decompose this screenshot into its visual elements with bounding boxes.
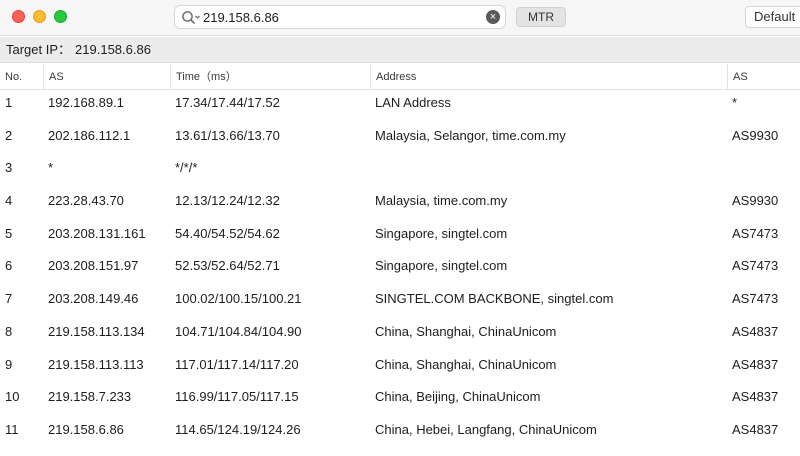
hop-number: 11 [5,421,19,437]
hop-address: China, Beijing, ChinaUnicom [375,389,541,405]
hop-as: AS7473 [732,225,779,241]
table-row[interactable]: 7 203.208.149.46 100.02/100.15/100.21 SI… [0,286,800,319]
hop-number: 6 [5,258,13,274]
hop-time: 52.53/52.64/52.71 [175,258,280,274]
hop-address: Singapore, singtel.com [375,258,508,274]
table-row[interactable]: 6 203.208.151.97 52.53/52.64/52.71 Singa… [0,253,800,286]
hop-number: 2 [5,127,13,143]
minimize-window-button[interactable] [33,10,46,23]
hop-time: 13.61/13.66/13.70 [175,127,280,143]
hop-number: 8 [5,323,13,339]
hop-table: 1 192.168.89.1 17.34/17.44/17.52 LAN Add… [0,90,800,450]
hop-ip: 203.208.149.46 [48,291,139,307]
hop-ip: 219.158.113.113 [48,356,144,372]
hop-number: 4 [5,193,13,209]
hop-time: 54.40/54.52/54.62 [175,225,280,241]
hop-ip: 223.28.43.70 [48,193,124,209]
table-row[interactable]: 10 219.158.7.233 116.99/117.05/117.15 Ch… [0,384,800,417]
clear-icon[interactable]: × [486,10,500,24]
hop-ip: * [48,160,54,176]
hop-address: China, Hebei, Langfang, ChinaUnicom [375,421,597,437]
hop-time: 114.65/124.19/124.26 [175,421,301,437]
hop-address: LAN Address [375,95,451,110]
table-row[interactable]: 8 219.158.113.134 104.71/104.84/104.90 C… [0,319,800,352]
hop-number: 9 [5,356,13,372]
hop-ip: 202.186.112.1 [48,127,131,143]
hop-address: China, Shanghai, ChinaUnicom [375,323,557,339]
hop-time: 116.99/117.05/117.15 [175,389,299,405]
hop-time: 104.71/104.84/104.90 [175,323,302,339]
target-ip-bar: Target IP： 219.158.6.86 [0,37,800,63]
column-header-as[interactable]: AS [727,64,800,90]
hop-address [370,155,727,188]
hop-address: Malaysia, Selangor, time.com.my [375,127,566,143]
hop-time: 100.02/100.15/100.21 [175,291,302,307]
hop-ip: 219.158.6.86 [48,421,124,437]
column-header-no[interactable]: No. [0,64,43,90]
target-ip-label: Target IP： [6,42,72,57]
hop-time: */*/* [175,160,198,176]
table-row[interactable]: 11 219.158.6.86 114.65/124.19/124.26 Chi… [0,417,800,450]
hop-as: AS4837 [732,389,779,405]
table-header: No. AS Time（ms） Address AS [0,64,800,90]
hop-address: China, Shanghai, ChinaUnicom [375,356,557,372]
table-row[interactable]: 5 203.208.131.161 54.40/54.52/54.62 Sing… [0,221,800,254]
target-ip-value: 219.158.6.86 [75,42,151,57]
search-icon[interactable] [181,10,203,26]
hop-as [727,155,800,188]
hop-ip: 219.158.7.233 [48,389,132,405]
hop-as: * [732,95,738,110]
hop-number: 10 [5,389,20,405]
hop-number: 5 [5,225,13,241]
hop-time: 17.34/17.44/17.52 [175,95,280,110]
search-field[interactable]: × [174,5,506,29]
hop-address: SINGTEL.COM BACKBONE, singtel.com [375,291,614,307]
hop-as: AS7473 [732,291,779,307]
hop-ip: 192.168.89.1 [48,95,124,110]
zoom-window-button[interactable] [54,10,67,23]
hop-as: AS9930 [732,127,779,143]
hop-time: 117.01/117.14/117.20 [175,356,299,372]
table-row[interactable]: 1 192.168.89.1 17.34/17.44/17.52 LAN Add… [0,90,800,123]
mtr-button[interactable]: MTR [516,7,566,27]
column-header-ip[interactable]: AS [43,64,170,90]
table-row[interactable]: 4 223.28.43.70 12.13/12.24/12.32 Malaysi… [0,188,800,221]
hop-number: 1 [5,95,13,110]
hop-address: Singapore, singtel.com [375,225,508,241]
hop-as: AS7473 [732,258,779,274]
hop-ip: 203.208.151.97 [48,258,139,274]
hop-time: 12.13/12.24/12.32 [175,193,280,209]
hop-as: AS4837 [732,421,779,437]
hop-as: AS4837 [732,323,779,339]
default-button[interactable]: Default [745,6,800,28]
hop-as: AS9930 [732,193,779,209]
column-header-time[interactable]: Time（ms） [170,64,370,90]
table-row[interactable]: 2 202.186.112.1 13.61/13.66/13.70 Malays… [0,123,800,156]
search-input[interactable] [203,8,473,26]
close-window-button[interactable] [12,10,25,23]
hop-as: AS4837 [732,356,779,372]
hop-number: 7 [5,291,13,307]
hop-address: Malaysia, time.com.my [375,193,508,209]
toolbar: × MTR Default [0,0,800,36]
table-row[interactable]: 9 219.158.113.113 117.01/117.14/117.20 C… [0,352,800,385]
hop-ip: 203.208.131.161 [48,225,146,241]
hop-number: 3 [5,160,13,176]
hop-ip: 219.158.113.134 [48,323,145,339]
table-row[interactable]: 3 * */*/* [0,155,800,188]
column-header-address[interactable]: Address [370,64,727,90]
